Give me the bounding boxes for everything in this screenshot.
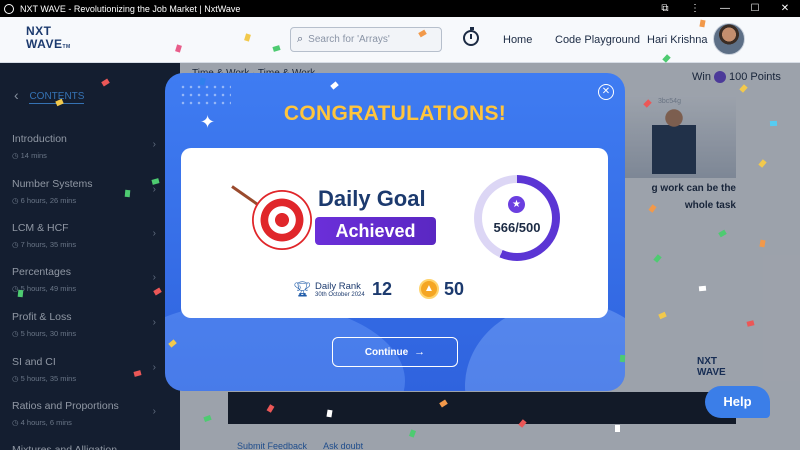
nxtwave-logo[interactable]: NXT WAVETM <box>26 25 71 54</box>
extensions-icon[interactable]: ⧉ <box>650 0 680 17</box>
maximize-icon[interactable]: ☐ <box>740 0 770 17</box>
daily-rank-label: Daily Rank <box>315 281 361 292</box>
achieved-badge: Achieved <box>315 217 436 245</box>
daily-rank-value: 12 <box>372 279 393 299</box>
help-button[interactable]: Help <box>705 386 770 418</box>
search-placeholder: Search for 'Arrays' <box>308 34 390 45</box>
search-input[interactable]: ⌕ Search for 'Arrays' <box>290 27 442 52</box>
continue-button[interactable]: Continue → <box>332 337 458 367</box>
coins-value: 50 <box>444 279 465 299</box>
confetti-piece <box>124 189 131 198</box>
app-header: NXT WAVETM ⌕ Search for 'Arrays' Home Co… <box>0 17 800 63</box>
window-titlebar: NXT WAVE - Revolutionizing the Job Marke… <box>0 0 800 17</box>
goal-progress-ring <box>474 175 560 261</box>
stopwatch-icon[interactable] <box>463 27 479 46</box>
congratulations-heading: CONGRATULATIONS! <box>283 102 507 125</box>
confetti-piece <box>615 425 620 432</box>
confetti-piece <box>769 120 778 127</box>
daily-goal-title: Daily Goal <box>318 186 426 211</box>
nav-code-playground[interactable]: Code Playground <box>555 34 640 46</box>
confetti-piece <box>698 285 707 292</box>
app-icon <box>4 3 14 14</box>
confetti-piece <box>17 289 24 298</box>
coins-icon: ▲ <box>419 279 439 299</box>
confetti-piece <box>619 354 626 363</box>
arrow-right-icon: → <box>414 346 426 358</box>
minimize-icon[interactable]: — <box>710 0 740 17</box>
nav-home[interactable]: Home <box>503 34 532 46</box>
close-icon[interactable]: ✕ <box>598 84 614 100</box>
avatar[interactable] <box>713 23 745 55</box>
close-window-icon[interactable]: ✕ <box>770 0 800 17</box>
progress-text: 566/500 <box>493 220 541 235</box>
search-icon: ⌕ <box>297 33 304 45</box>
user-name[interactable]: Hari Krishna <box>647 34 708 46</box>
trophy-icon: 🏆︎ <box>293 281 313 298</box>
window-title: NXT WAVE - Revolutionizing the Job Marke… <box>20 3 241 14</box>
more-options-icon[interactable]: ⋮ <box>680 0 710 17</box>
daily-rank-date: 30th October 2024 <box>315 292 365 298</box>
target-icon <box>252 190 312 250</box>
star-icon: ★ <box>508 196 525 213</box>
